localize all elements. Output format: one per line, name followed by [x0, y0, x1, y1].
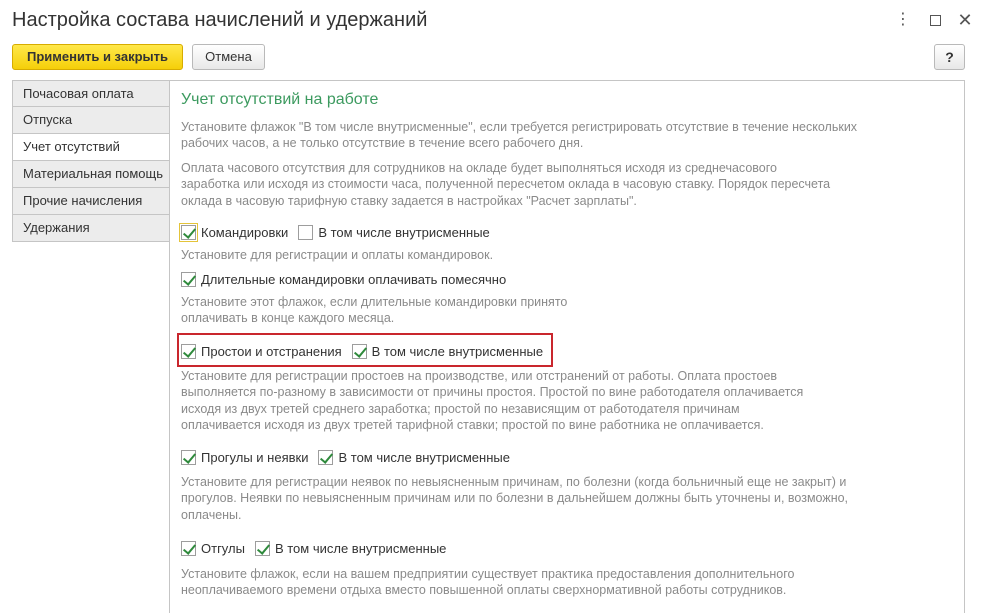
hint-line: Установите для регистрации и оплаты кома… — [181, 248, 494, 262]
tab-financial-aid[interactable]: Материальная помощь — [12, 161, 170, 188]
hint-line: Оплата часового отсутствия для сотрудник… — [181, 161, 777, 175]
hint-line: Установите для регистрации неявок по нев… — [181, 475, 847, 489]
hint-line: выполняется по-разному в зависимости от … — [181, 385, 804, 400]
window-titlebar: Настройка состава начислений и удержаний… — [0, 0, 981, 40]
tab-absences[interactable]: Учет отсутствий — [12, 134, 170, 161]
more-icon[interactable]: ⋮ — [893, 10, 913, 30]
hint-line: Установите флажок "В том числе внутрисме… — [181, 120, 858, 134]
intro-hint-1: Установите флажок "В том числе внутрисме… — [181, 119, 857, 152]
downtime-hint: Установите для регистрации простоев на п… — [181, 368, 803, 433]
tab-hourly-pay[interactable]: Почасовая оплата — [12, 80, 170, 107]
long-trips-row: Длительные командировки оплачивать помес… — [181, 269, 506, 289]
long-trips-hint: Установите этот флажок, если длительные … — [181, 294, 567, 327]
time-off-checkbox[interactable] — [181, 540, 196, 556]
intro-hint-2: Оплата часового отсутствия для сотрудник… — [181, 160, 830, 209]
time-off-label: Отгулы — [201, 540, 245, 556]
business-trips-hint: Установите для регистрации и оплаты кома… — [181, 247, 493, 263]
business-trips-label: Командировки — [201, 224, 289, 240]
downtime-highlight-box — [177, 333, 553, 367]
tab-list: Почасовая оплата Отпуска Учет отсутствий… — [12, 80, 170, 242]
absences-intrashift-label: В том числе внутрисменные — [338, 449, 510, 465]
tab-other-accruals[interactable]: Прочие начисления — [12, 188, 170, 215]
toolbar: Применить и закрыть Отмена ? — [0, 40, 981, 76]
hint-line: прогулов. Неявки по невыясненным причина… — [181, 491, 849, 506]
absences-hint: Установите для регистрации неявок по нев… — [181, 474, 848, 523]
absences-label: Прогулы и неявки — [201, 449, 309, 465]
cancel-button[interactable]: Отмена — [192, 44, 265, 70]
absences-checkbox[interactable] — [181, 449, 196, 465]
section-title: Учет отсутствий на работе — [181, 91, 379, 108]
time-off-row: Отгулы В том числе внутрисменные — [181, 538, 446, 558]
hint-line: оплачивать в конце каждого месяца. — [181, 311, 395, 326]
absences-row: Прогулы и неявки В том числе внутрисменн… — [181, 447, 510, 467]
business-trips-intrashift-label: В том числе внутрисменные — [318, 224, 490, 240]
close-icon[interactable]: ✕ — [955, 10, 975, 30]
long-trips-checkbox[interactable] — [181, 271, 196, 287]
tab-deductions[interactable]: Удержания — [12, 215, 170, 242]
long-trips-label: Длительные командировки оплачивать помес… — [201, 271, 507, 287]
hint-line: неоплачиваемого времени отдыха вместо по… — [181, 583, 787, 598]
hint-line: оплачивается исходя из двух третей тариф… — [181, 417, 764, 432]
hint-line: рабочих часов, а не только отсутствие в … — [181, 136, 584, 151]
hint-line: оклада в часовую тарифную ставку задаетс… — [181, 193, 637, 208]
business-trips-intrashift-checkbox[interactable] — [298, 224, 314, 240]
hint-line: оплачены. — [181, 507, 242, 522]
hint-line: заработка или исходя из стоимости часа, … — [181, 177, 831, 192]
time-off-intrashift-label: В том числе внутрисменные — [274, 540, 447, 556]
hint-line: Установите флажок, если на вашем предпри… — [181, 567, 795, 581]
time-off-hint: Установите флажок, если на вашем предпри… — [181, 566, 794, 599]
window-title: Настройка состава начислений и удержаний — [12, 9, 428, 31]
hint-line: исходя из двух третей среднего заработка… — [181, 401, 740, 416]
hint-line: Установите для регистрации простоев на п… — [181, 369, 778, 383]
maximize-icon[interactable] — [925, 10, 945, 30]
apply-and-close-button[interactable]: Применить и закрыть — [12, 44, 183, 70]
time-off-intrashift-checkbox[interactable] — [254, 540, 270, 556]
absences-intrashift-checkbox[interactable] — [318, 449, 334, 465]
business-trips-row: Командировки В том числе внутрисменные — [179, 222, 490, 242]
hint-line: Установите этот флажок, если длительные … — [181, 295, 568, 309]
tab-vacations[interactable]: Отпуска — [12, 107, 170, 134]
help-button[interactable]: ? — [934, 44, 965, 70]
business-trips-checkbox[interactable] — [179, 222, 198, 242]
